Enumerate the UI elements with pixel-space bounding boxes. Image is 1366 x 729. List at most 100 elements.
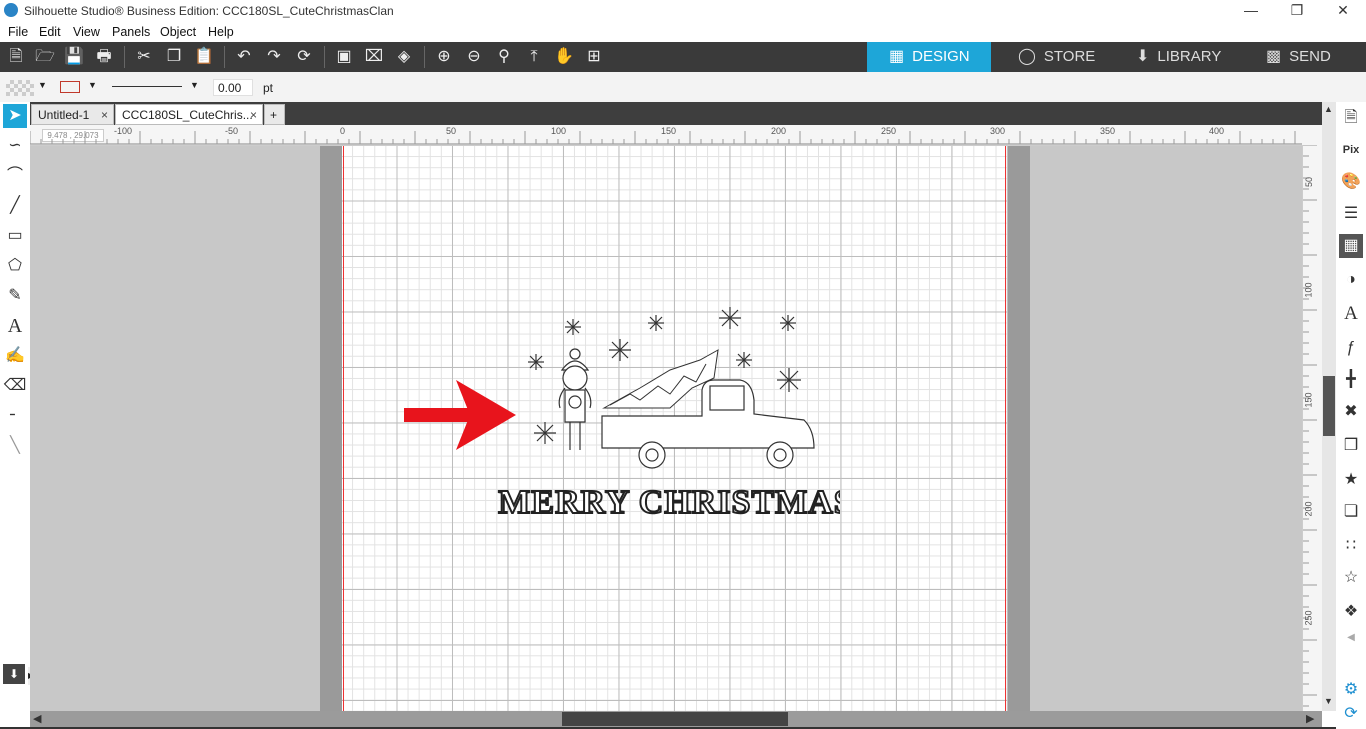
menu-panels[interactable]: Panels bbox=[112, 25, 150, 39]
redo-icon[interactable]: ↷ bbox=[262, 46, 286, 68]
page-setup-icon[interactable]: 🗎 bbox=[1339, 106, 1363, 130]
menu-object[interactable]: Object bbox=[160, 25, 196, 39]
document-tab-bar: Untitled-1 × CCC180SL_CuteChris... × + bbox=[30, 102, 1336, 125]
tab-library[interactable]: ⬇ LIBRARY bbox=[1136, 42, 1246, 72]
christmas-tree bbox=[602, 349, 719, 409]
fit-page-icon[interactable]: ⤒ bbox=[522, 46, 546, 68]
pixscan-icon[interactable]: Pix bbox=[1339, 138, 1363, 162]
zoom-out-icon[interactable]: ⊖ bbox=[462, 46, 486, 68]
close-button[interactable]: ✕ bbox=[1320, 0, 1366, 22]
vertical-scroll-thumb[interactable] bbox=[1323, 376, 1335, 436]
transform-icon[interactable]: ✖ bbox=[1339, 400, 1363, 424]
tab-send-label: SEND bbox=[1289, 48, 1331, 65]
group-icon[interactable]: ▣ bbox=[332, 46, 356, 68]
curve-tool-icon[interactable]: ⌒ bbox=[3, 164, 27, 188]
line-width-unit: pt bbox=[263, 81, 274, 95]
pencil-tool-icon[interactable]: ✎ bbox=[3, 284, 27, 308]
text-tool-icon[interactable]: A bbox=[3, 314, 27, 338]
transparency-icon[interactable]: ◑ bbox=[1339, 268, 1363, 292]
cutter-icon: ▩ bbox=[1266, 48, 1282, 65]
menu-view[interactable]: View bbox=[73, 25, 100, 39]
line-tool-icon[interactable]: ╱ bbox=[3, 194, 27, 218]
align-icon[interactable]: ╋ bbox=[1339, 368, 1363, 392]
select-arrow-icon[interactable]: ➤ bbox=[3, 104, 27, 128]
tab-send[interactable]: ▩ SEND bbox=[1266, 42, 1366, 72]
new-tab-button[interactable]: + bbox=[264, 104, 285, 125]
sketch-tool-icon[interactable]: ✍ bbox=[3, 344, 27, 368]
sketch-panel-icon[interactable]: ▦ bbox=[1339, 234, 1363, 258]
fill-color-swatch[interactable] bbox=[6, 80, 34, 96]
collapse-panel-arrow[interactable]: ◀ bbox=[1339, 626, 1363, 650]
compound-path-icon[interactable]: ◈ bbox=[392, 46, 416, 68]
line-style-icon[interactable]: ☰ bbox=[1339, 202, 1363, 226]
text-to-path-icon[interactable]: ƒ bbox=[1339, 336, 1363, 360]
toolbar-divider bbox=[124, 46, 125, 68]
tab-store-label: STORE bbox=[1043, 48, 1096, 65]
puzzle-icon[interactable]: ❖ bbox=[1339, 600, 1363, 624]
app-logo bbox=[4, 3, 18, 17]
line-color-swatch[interactable] bbox=[60, 81, 80, 93]
line-width-input[interactable]: 0.00 bbox=[213, 79, 253, 96]
trace-dots-icon[interactable]: ∷ bbox=[1339, 534, 1363, 558]
menu-file[interactable]: File bbox=[8, 25, 28, 39]
replicate-icon[interactable]: ❒ bbox=[1339, 434, 1363, 458]
line-style-preview[interactable] bbox=[112, 86, 182, 87]
girl-figure bbox=[558, 348, 592, 450]
zoom-in-icon[interactable]: ⊕ bbox=[432, 46, 456, 68]
offset-icon[interactable]: ❏ bbox=[1339, 500, 1363, 524]
scroll-left-arrow[interactable]: ◀ bbox=[33, 712, 41, 725]
window-title: Silhouette Studio® Business Edition: CCC… bbox=[24, 4, 394, 18]
settings-gear-icon[interactable]: ⚙ bbox=[1339, 678, 1363, 702]
knife-tool-icon[interactable]: ╴ bbox=[3, 404, 27, 428]
save-icon[interactable]: 💾 bbox=[62, 46, 86, 68]
tab-store[interactable]: ◯ STORE bbox=[1018, 42, 1118, 72]
horizontal-scroll-thumb[interactable] bbox=[562, 712, 788, 726]
paste-icon[interactable]: 📋 bbox=[192, 46, 216, 68]
scroll-up-arrow[interactable]: ▲ bbox=[1324, 104, 1333, 114]
pan-hand-icon[interactable]: ✋ bbox=[552, 46, 576, 68]
line-style-dropdown-arrow[interactable]: ▼ bbox=[190, 80, 199, 90]
restore-button[interactable]: ❐ bbox=[1274, 0, 1320, 22]
print-icon[interactable]: 🖶 bbox=[92, 46, 116, 68]
ungroup-icon[interactable]: ⌧ bbox=[362, 46, 386, 68]
doc-tab-label: Untitled-1 bbox=[38, 108, 90, 122]
ruler-label: 100 bbox=[1303, 282, 1314, 298]
polygon-tool-icon[interactable]: ⬠ bbox=[3, 254, 27, 278]
menu-help[interactable]: Help bbox=[208, 25, 234, 39]
christmas-artwork[interactable]: MERRY CHRISTMAS bbox=[340, 290, 840, 540]
point-edit-icon[interactable]: ∽ bbox=[3, 134, 27, 158]
redraw-icon[interactable]: ⟳ bbox=[292, 46, 316, 68]
vertical-scrollbar[interactable]: ▲ ▼ bbox=[1322, 102, 1336, 711]
undo-icon[interactable]: ↶ bbox=[232, 46, 256, 68]
zoom-selection-icon[interactable]: ⚲ bbox=[492, 46, 516, 68]
close-tab-icon[interactable]: × bbox=[250, 105, 257, 125]
fill-dropdown-arrow[interactable]: ▼ bbox=[38, 80, 47, 90]
doc-tab-cute-christmas[interactable]: CCC180SL_CuteChris... × bbox=[115, 104, 263, 125]
library-folder-icon[interactable]: ⬇ bbox=[3, 664, 25, 684]
open-folder-icon[interactable]: 🗁 bbox=[33, 46, 57, 68]
modify-star-icon[interactable]: ★ bbox=[1339, 468, 1363, 492]
eraser-tool-icon[interactable]: ⌫ bbox=[3, 374, 27, 398]
minimize-button[interactable]: — bbox=[1228, 0, 1274, 22]
line-color-dropdown-arrow[interactable]: ▼ bbox=[88, 80, 97, 90]
text-style-icon[interactable]: A bbox=[1339, 302, 1363, 326]
tab-design[interactable]: ▦ DESIGN bbox=[867, 42, 991, 72]
eyedropper-tool-icon[interactable]: ╲ bbox=[3, 434, 27, 458]
horizontal-scrollbar[interactable]: ◀ ▶ bbox=[30, 711, 1322, 727]
cut-icon[interactable]: ✂ bbox=[132, 46, 156, 68]
menu-edit[interactable]: Edit bbox=[39, 25, 61, 39]
new-document-icon[interactable]: 🗎 bbox=[4, 46, 28, 68]
scroll-right-arrow[interactable]: ▶ bbox=[1306, 712, 1314, 725]
doc-tab-untitled[interactable]: Untitled-1 × bbox=[31, 104, 114, 125]
title-bar: Silhouette Studio® Business Edition: CCC… bbox=[0, 0, 1366, 22]
fit-window-icon[interactable]: ⊞ bbox=[582, 46, 606, 68]
copy-icon[interactable]: ❐ bbox=[162, 46, 186, 68]
ruler-label: 350 bbox=[1100, 126, 1116, 136]
close-tab-icon[interactable]: × bbox=[101, 105, 108, 125]
rectangle-tool-icon[interactable]: ▭ bbox=[3, 224, 27, 248]
ruler-label: 300 bbox=[990, 126, 1006, 136]
favorites-star-icon[interactable]: ☆ bbox=[1339, 566, 1363, 590]
scroll-down-arrow[interactable]: ▼ bbox=[1324, 696, 1333, 706]
sync-icon[interactable]: ⟳ bbox=[1339, 702, 1363, 726]
fill-palette-icon[interactable]: 🎨 bbox=[1339, 170, 1363, 194]
